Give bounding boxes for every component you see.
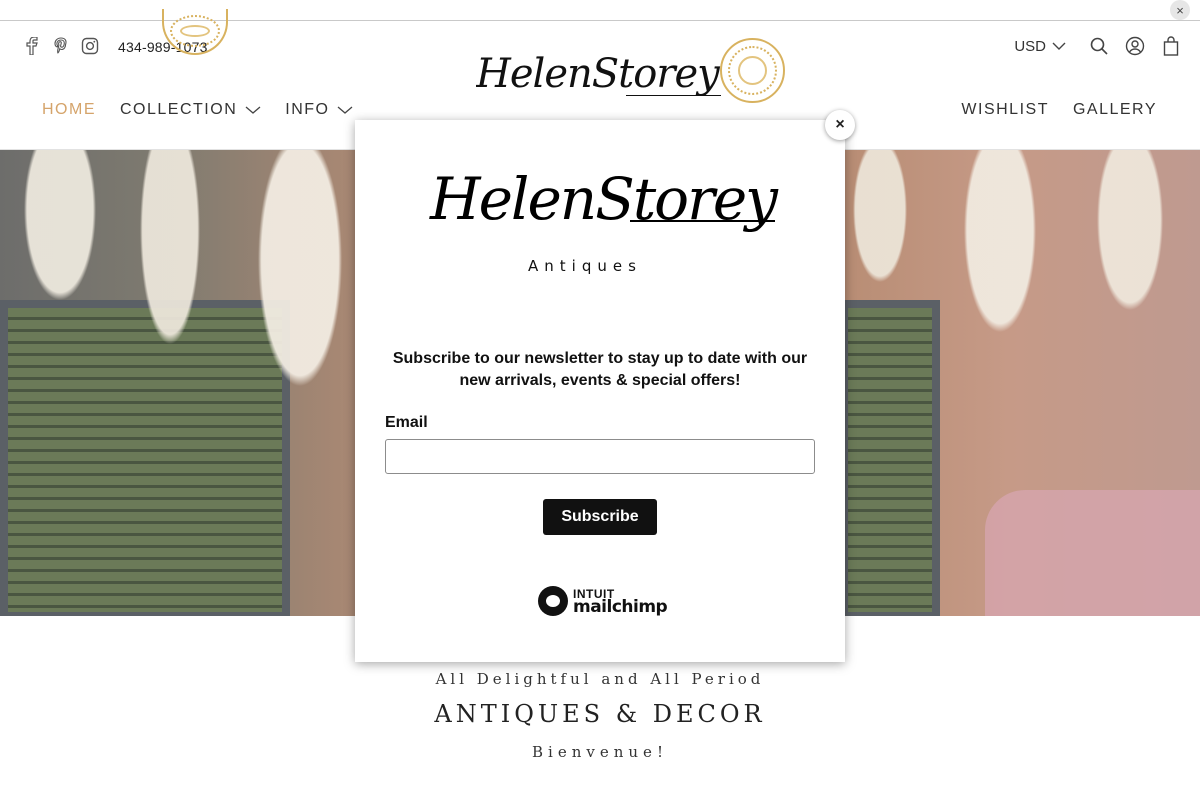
social-links <box>22 36 99 55</box>
site-logo[interactable]: HelenStorey <box>476 51 726 121</box>
utility-bar: USD <box>1014 35 1182 57</box>
email-field[interactable] <box>385 439 815 474</box>
subscribe-button[interactable]: Subscribe <box>543 499 657 535</box>
instagram-icon[interactable] <box>80 36 99 55</box>
newsletter-copy: Subscribe to our newsletter to stay up t… <box>392 350 808 389</box>
nav-label: GALLERY <box>1072 101 1157 118</box>
wall-patch <box>985 490 1200 616</box>
mailchimp-wordmark: INTUIT mailchimp <box>573 588 668 617</box>
chevron-down-icon <box>1052 42 1066 50</box>
nav-wishlist[interactable]: WISHLIST <box>961 101 1049 119</box>
account-icon[interactable] <box>1124 35 1146 57</box>
logo-swash <box>630 220 775 222</box>
logo-text: HelenStorey <box>476 51 720 97</box>
close-icon[interactable]: × <box>1170 0 1190 20</box>
chevron-down-icon <box>338 106 353 114</box>
badge-mailchimp: mailchimp <box>573 597 668 617</box>
nav-gallery[interactable]: GALLERY <box>1073 101 1157 119</box>
search-icon[interactable] <box>1088 35 1110 57</box>
newsletter-modal: HelenStorey Antiques Subscribe to our ne… <box>355 120 845 662</box>
nav-home[interactable]: HOME <box>42 101 96 119</box>
mailchimp-logo-icon <box>538 586 568 616</box>
pinterest-icon[interactable] <box>51 36 70 55</box>
nav-info[interactable]: INFO <box>285 101 353 119</box>
nav-label: HOME <box>42 101 96 118</box>
logo-swash <box>626 95 721 96</box>
tagline-heading: ANTIQUES & DECOR <box>434 700 766 728</box>
modal-close-button[interactable]: × <box>825 110 855 140</box>
nav-label: COLLECTION <box>120 101 238 118</box>
currency-selector[interactable]: USD <box>1014 38 1066 55</box>
mailchimp-badge[interactable]: INTUIT mailchimp <box>538 586 668 617</box>
email-label: Email <box>385 414 428 431</box>
medallion-ornament <box>720 38 785 103</box>
primary-nav: HOME COLLECTION INFO <box>42 101 353 119</box>
modal-logo: HelenStorey Antiques <box>430 165 778 280</box>
currency-label: USD <box>1014 37 1046 55</box>
nav-collection[interactable]: COLLECTION <box>120 101 261 119</box>
tagline-welcome: Bienvenue! <box>532 743 668 761</box>
facebook-icon[interactable] <box>22 36 41 55</box>
tagline-kicker: All Delightful and All Period <box>435 670 765 688</box>
nav-label: INFO <box>285 101 330 118</box>
cart-icon[interactable] <box>1160 35 1182 57</box>
nav-label: WISHLIST <box>961 101 1049 118</box>
modal-logo-sub: Antiques <box>528 257 642 275</box>
chevron-down-icon <box>245 106 261 114</box>
modal-logo-script: HelenStorey <box>430 165 778 233</box>
secondary-nav: WISHLIST GALLERY <box>961 101 1157 119</box>
